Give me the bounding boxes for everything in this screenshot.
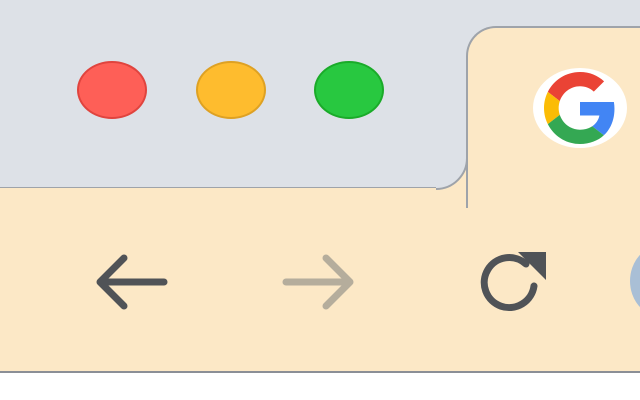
google-g-icon: [544, 72, 615, 144]
browser-window: [0, 0, 640, 400]
arrow-left-icon: [96, 254, 168, 310]
arrow-right-icon: [282, 254, 354, 310]
reload-button[interactable]: [468, 240, 552, 324]
zoom-window-button[interactable]: [314, 61, 384, 119]
reload-icon: [480, 252, 546, 312]
tab-favicon: [533, 68, 627, 148]
minimize-window-button[interactable]: [196, 61, 266, 119]
back-button[interactable]: [88, 240, 172, 324]
close-window-button[interactable]: [77, 61, 147, 119]
forward-button[interactable]: [278, 240, 362, 324]
active-tab-corner: [436, 158, 468, 190]
